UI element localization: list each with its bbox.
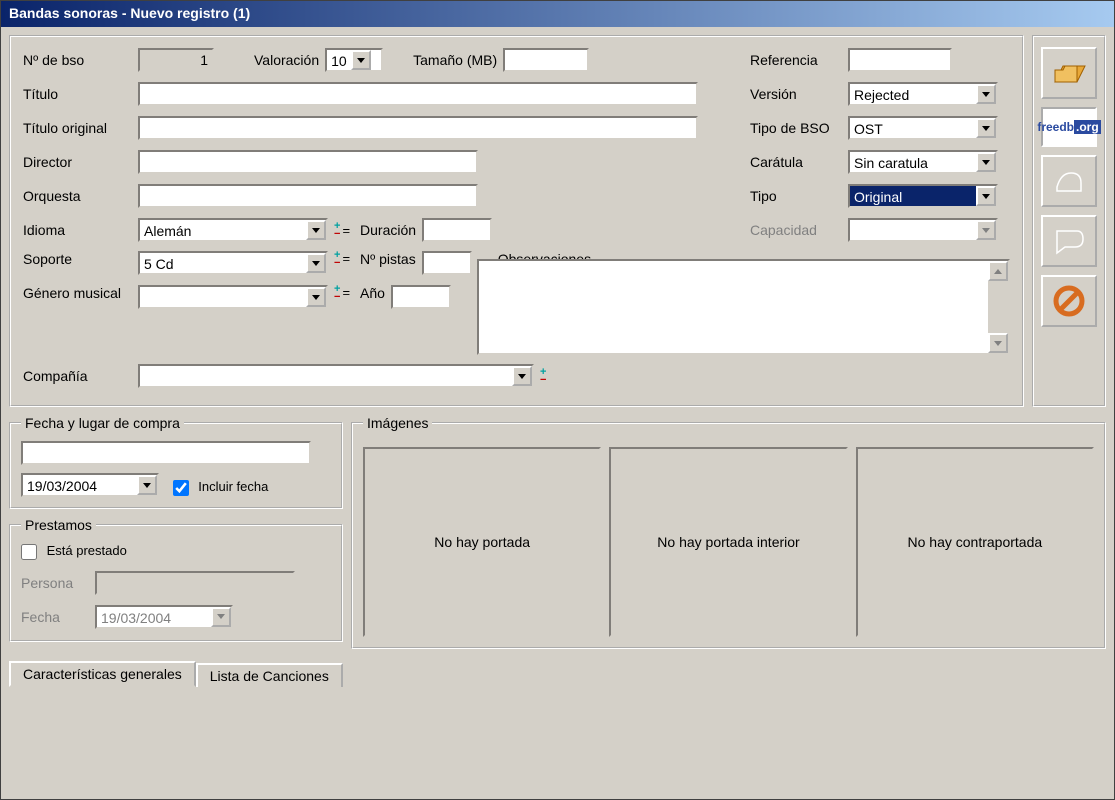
- tipo-select[interactable]: Original: [848, 184, 998, 208]
- capacidad-label: Capacidad: [750, 222, 848, 238]
- observaciones-field[interactable]: [477, 259, 1010, 355]
- valoracion-select[interactable]: 10: [325, 48, 383, 72]
- prestamo-fecha-select: 19/03/2004: [95, 605, 233, 629]
- prestamos-group: Prestamos Está prestado Persona Fecha 19…: [9, 517, 343, 642]
- capacidad-select: [848, 218, 998, 242]
- chevron-down-icon: [351, 50, 371, 70]
- tab-general[interactable]: Características generales: [9, 661, 196, 687]
- version-label: Versión: [750, 86, 848, 102]
- equals-icon: =: [342, 251, 350, 266]
- action-button-1[interactable]: [1041, 155, 1097, 207]
- incluir-fecha-label: Incluir fecha: [198, 479, 268, 494]
- tamano-label: Tamaño (MB): [413, 52, 497, 68]
- genero-select[interactable]: [138, 285, 328, 309]
- referencia-field[interactable]: [848, 48, 952, 72]
- orquesta-field[interactable]: [138, 184, 478, 208]
- form-panel: Nº de bso Valoración 10 Tamaño (MB) Títu…: [9, 35, 1024, 407]
- compania-label: Compañía: [23, 368, 138, 384]
- chevron-down-icon: [306, 220, 326, 240]
- idioma-label: Idioma: [23, 222, 138, 238]
- chevron-down-icon: [137, 475, 157, 495]
- persona-field: [95, 571, 295, 595]
- esta-prestado-check[interactable]: [21, 544, 37, 560]
- prestamo-fecha-label: Fecha: [21, 609, 95, 625]
- add-remove-icon[interactable]: +−: [334, 222, 340, 238]
- add-remove-icon[interactable]: +−: [540, 368, 546, 384]
- caratula-label: Carátula: [750, 154, 848, 170]
- image-front[interactable]: No hay portada: [363, 447, 601, 637]
- cancel-icon: [1052, 284, 1086, 318]
- num-bso-label: Nº de bso: [23, 52, 138, 68]
- imagenes-group: Imágenes No hay portada No hay portada i…: [351, 415, 1106, 649]
- folder-icon: [1051, 58, 1087, 88]
- chevron-down-icon: [976, 84, 996, 104]
- fecha-compra-select[interactable]: 19/03/2004: [21, 473, 159, 497]
- imagenes-legend: Imágenes: [363, 415, 432, 431]
- side-toolbar: freedb.org: [1032, 35, 1106, 407]
- image-back[interactable]: No hay contraportada: [856, 447, 1094, 637]
- right-column: Referencia Versión Rejected Tipo de BSO: [750, 47, 1010, 251]
- cancel-button[interactable]: [1041, 275, 1097, 327]
- chevron-down-icon: [976, 186, 996, 206]
- save-button[interactable]: [1041, 47, 1097, 99]
- referencia-label: Referencia: [750, 52, 848, 68]
- action-button-2[interactable]: [1041, 215, 1097, 267]
- tamano-field[interactable]: [503, 48, 589, 72]
- compra-legend: Fecha y lugar de compra: [21, 415, 184, 431]
- main-window: Bandas sonoras - Nuevo registro (1) Nº d…: [0, 0, 1115, 800]
- add-remove-icon[interactable]: +−: [334, 251, 340, 267]
- idioma-select[interactable]: Alemán: [138, 218, 328, 242]
- tipo-bso-select[interactable]: OST: [848, 116, 998, 140]
- num-bso-field: [138, 48, 214, 72]
- window-title: Bandas sonoras - Nuevo registro (1): [1, 1, 1114, 27]
- equals-icon: =: [342, 223, 350, 238]
- persona-label: Persona: [21, 575, 95, 591]
- duracion-label: Duración: [360, 222, 416, 238]
- tab-songs[interactable]: Lista de Canciones: [196, 663, 343, 687]
- orquesta-label: Orquesta: [23, 188, 138, 204]
- add-remove-icon[interactable]: +−: [334, 285, 340, 301]
- chevron-down-icon: [976, 152, 996, 172]
- duracion-field[interactable]: [422, 218, 492, 242]
- esta-prestado-label: Está prestado: [47, 543, 127, 558]
- compra-group: Fecha y lugar de compra 19/03/2004 Inclu…: [9, 415, 343, 509]
- pistas-field[interactable]: [422, 251, 472, 275]
- outline-icon: [1053, 167, 1085, 195]
- incluir-fecha-check[interactable]: [173, 480, 189, 496]
- equals-icon: =: [342, 285, 350, 300]
- image-inner[interactable]: No hay portada interior: [609, 447, 847, 637]
- chevron-down-icon: [211, 607, 231, 627]
- chevron-down-icon: [306, 287, 326, 307]
- tipo-bso-label: Tipo de BSO: [750, 120, 848, 136]
- titulo-field[interactable]: [138, 82, 698, 106]
- soporte-label: Soporte: [23, 251, 138, 267]
- chevron-down-icon: [976, 118, 996, 138]
- director-field[interactable]: [138, 150, 478, 174]
- titulo-orig-label: Título original: [23, 120, 138, 136]
- version-select[interactable]: Rejected: [848, 82, 998, 106]
- lugar-compra-field[interactable]: [21, 441, 311, 465]
- freedb-button[interactable]: freedb.org: [1041, 107, 1097, 147]
- genero-label: Género musical: [23, 285, 138, 301]
- tipo-label: Tipo: [750, 188, 848, 204]
- soporte-select[interactable]: 5 Cd: [138, 251, 328, 275]
- prestamos-legend: Prestamos: [21, 517, 96, 533]
- ano-label: Año: [360, 285, 385, 301]
- pistas-label: Nº pistas: [360, 251, 416, 267]
- chevron-down-icon: [512, 366, 532, 386]
- compania-select[interactable]: [138, 364, 534, 388]
- scrollbar[interactable]: [988, 261, 1008, 353]
- valoracion-label: Valoración: [254, 52, 319, 68]
- caratula-select[interactable]: Sin caratula: [848, 150, 998, 174]
- titulo-label: Título: [23, 86, 138, 102]
- chevron-down-icon: [306, 253, 326, 273]
- scroll-up-icon[interactable]: [988, 261, 1008, 281]
- ano-field[interactable]: [391, 285, 451, 309]
- tab-bar: Características generales Lista de Canci…: [9, 659, 1106, 685]
- titulo-orig-field[interactable]: [138, 116, 698, 140]
- outline-icon: [1053, 227, 1085, 255]
- director-label: Director: [23, 154, 138, 170]
- scroll-down-icon[interactable]: [988, 333, 1008, 353]
- chevron-down-icon: [976, 220, 996, 240]
